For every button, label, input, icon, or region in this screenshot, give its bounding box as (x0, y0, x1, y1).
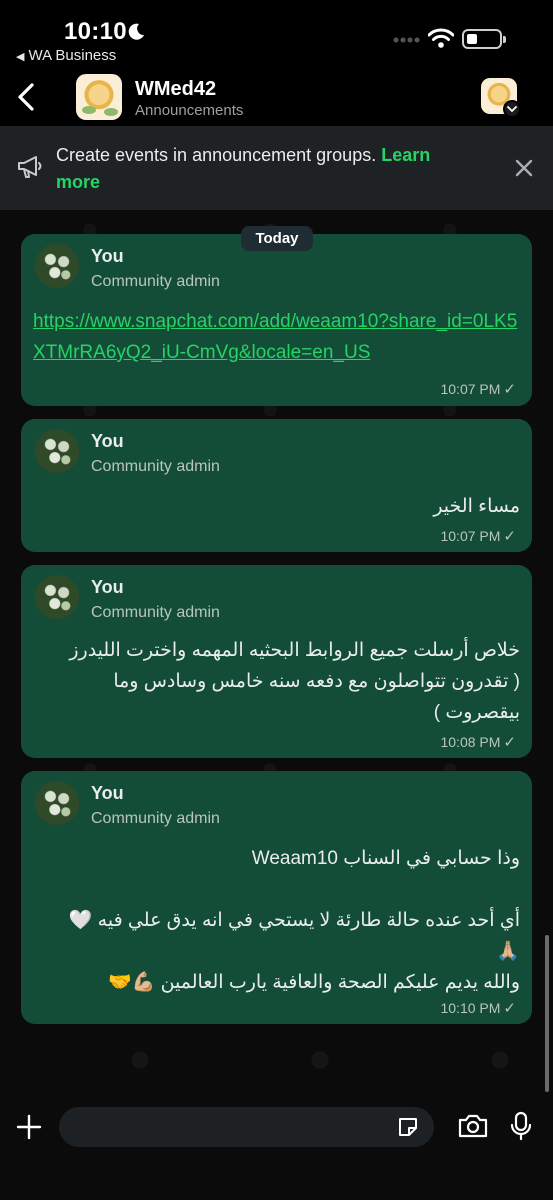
back-triangle-icon: ◀ (16, 51, 25, 63)
message-time: 10:08 PM ✓ (440, 733, 516, 751)
sender-name: You (91, 246, 124, 266)
sender-role: Community admin (91, 273, 220, 290)
message-line: والله يديم عليكم الصحة والعافية يارب الع… (107, 972, 520, 993)
message-bubble[interactable]: You Community admin خلاص أرسلت جميع الرو… (21, 565, 532, 758)
chevron-down-icon (503, 100, 521, 118)
back-app-label: WA Business (28, 47, 117, 64)
message-text: خلاص أرسلت جميع الروابط البحثيه المهمه و… (25, 635, 520, 728)
message-input[interactable] (59, 1107, 434, 1147)
group-subtitle[interactable]: Announcements (135, 102, 243, 119)
camera-icon[interactable] (457, 1113, 489, 1139)
message-line: بيقصروت ) (433, 702, 520, 723)
chat-header: WMed42 Announcements (0, 70, 553, 126)
moon-icon (128, 23, 144, 40)
signal-icon (393, 37, 420, 43)
group-title[interactable]: WMed42 (135, 78, 216, 101)
sender-name: You (91, 577, 124, 597)
message-timestamp: 10:07 PM (440, 381, 501, 397)
sender-name: You (91, 783, 124, 803)
wifi-icon (428, 28, 454, 48)
message-line: 🙏🏼 (496, 941, 520, 962)
message-line: ( تقدرون تتواصلون مع دفعه سنه خامس وسادس… (113, 671, 520, 692)
message-time: 10:07 PM ✓ (440, 380, 516, 398)
message-line: خلاص أرسلت جميع الروابط البحثيه المهمه و… (69, 640, 520, 661)
message-text: وذا حسابي في السناب Weaam10 أي أحد عنده … (25, 843, 520, 998)
sender-avatar[interactable] (35, 429, 79, 473)
message-timestamp: 10:08 PM (440, 734, 501, 750)
sender-avatar[interactable] (35, 244, 79, 288)
status-time: 10:10 (64, 18, 127, 45)
read-tick-icon: ✓ (503, 1000, 516, 1017)
message-time: 10:07 PM ✓ (440, 527, 516, 545)
sender-avatar[interactable] (35, 575, 79, 619)
date-separator: Today (241, 226, 313, 251)
sender-avatar[interactable] (35, 781, 79, 825)
message-bubble[interactable]: You Community admin وذا حسابي في السناب … (21, 771, 532, 1024)
banner-message: Create events in announcement groups. (56, 145, 382, 165)
snapchat-link[interactable]: https://www.snapchat.com/add/weaam10?sha… (33, 311, 517, 363)
sender-role: Community admin (91, 458, 220, 475)
plus-icon[interactable] (16, 1114, 42, 1140)
status-bar: 10:10 ◀ WA Business (0, 0, 553, 70)
group-avatar[interactable] (76, 74, 122, 120)
message-time: 10:10 PM ✓ (440, 999, 516, 1017)
read-tick-icon: ✓ (503, 734, 516, 751)
message-bubble[interactable]: You Community admin https://www.snapchat… (21, 234, 532, 406)
message-line: وذا حسابي في السناب Weaam10 (251, 848, 520, 869)
message-timestamp: 10:10 PM (440, 1000, 501, 1016)
events-banner: Create events in announcement groups. Le… (0, 126, 553, 210)
back-arrow-icon[interactable] (12, 80, 42, 114)
message-text: مساء الخير (433, 496, 520, 517)
message-timestamp: 10:07 PM (440, 528, 501, 544)
banner-text: Create events in announcement groups. Le… (56, 142, 476, 196)
battery-icon (462, 29, 506, 49)
sticker-icon[interactable] (396, 1115, 420, 1139)
megaphone-icon (18, 156, 42, 178)
read-tick-icon: ✓ (503, 528, 516, 545)
chat-scrollbar[interactable] (545, 935, 549, 1092)
composer-bar (0, 1094, 553, 1200)
sender-name: You (91, 431, 124, 451)
message-line: أي أحد عنده حالة طارئة لا يستحي في انه ي… (68, 910, 520, 931)
message-line (25, 874, 520, 905)
back-to-app-link[interactable]: ◀ WA Business (16, 47, 116, 64)
community-switcher-button[interactable] (481, 78, 521, 118)
message-bubble[interactable]: You Community admin مساء الخير 10:07 PM ✓ (21, 419, 532, 552)
sender-role: Community admin (91, 604, 220, 621)
sender-role: Community admin (91, 810, 220, 827)
read-tick-icon: ✓ (503, 381, 516, 398)
mic-icon[interactable] (509, 1111, 533, 1141)
close-icon[interactable] (513, 157, 535, 179)
